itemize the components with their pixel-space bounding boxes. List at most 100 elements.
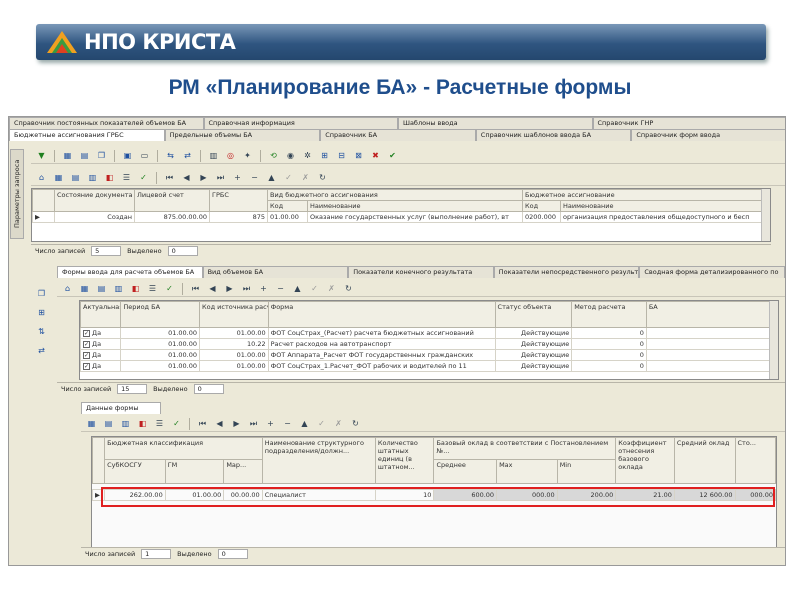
check-icon[interactable]: ✓: [137, 171, 150, 184]
chart-icon[interactable]: ▦: [61, 149, 74, 162]
side-link-icon[interactable]: ⇅: [35, 325, 48, 338]
lower-last-icon[interactable]: ⏭: [247, 417, 260, 430]
lower-add-icon[interactable]: ▦: [85, 417, 98, 430]
edit-record-icon[interactable]: ▤: [69, 171, 82, 184]
confirm-icon[interactable]: ✓: [282, 171, 295, 184]
wizard-icon[interactable]: ✦: [241, 149, 254, 162]
open-folder-icon[interactable]: ▭: [138, 149, 151, 162]
refresh-icon[interactable]: ⟲: [267, 149, 280, 162]
lower-up-icon[interactable]: ▲: [298, 417, 311, 430]
middle-prev-icon[interactable]: ◀: [206, 282, 219, 295]
tab-ba-reference[interactable]: Справочник БА: [320, 129, 476, 141]
tab-final-results[interactable]: Показатели конечного результата: [348, 266, 494, 278]
lower-remove-icon[interactable]: ◧: [136, 417, 149, 430]
col-period[interactable]: Период БА: [120, 301, 201, 328]
prev-record-icon[interactable]: ◀: [180, 171, 193, 184]
lower-minus-icon[interactable]: −: [281, 417, 294, 430]
approve-icon[interactable]: ✔: [386, 149, 399, 162]
upper-scrollbar[interactable]: [761, 189, 770, 241]
col-min[interactable]: Min: [556, 459, 617, 484]
col-kind-code[interactable]: Код: [267, 200, 308, 212]
settings-icon[interactable]: ✲: [301, 149, 314, 162]
filter-icon[interactable]: ▼: [35, 149, 48, 162]
middle-scrollbar[interactable]: [769, 301, 778, 379]
last-record-icon[interactable]: ⏭: [214, 171, 227, 184]
middle-next-icon[interactable]: ▶: [223, 282, 236, 295]
lower-check-icon[interactable]: ✓: [170, 417, 183, 430]
grid-icon[interactable]: ⊞: [318, 149, 331, 162]
checkbox[interactable]: ✓: [83, 363, 90, 370]
next-record-icon[interactable]: ▶: [197, 171, 210, 184]
middle-add-icon[interactable]: ▦: [78, 282, 91, 295]
import-icon[interactable]: ⇄: [181, 149, 194, 162]
col-grbs[interactable]: ГРБС: [209, 189, 268, 212]
lower-list-icon[interactable]: ☰: [153, 417, 166, 430]
tab-templates[interactable]: Шаблоны ввода: [398, 117, 593, 129]
col-ba-code[interactable]: Код: [522, 200, 561, 212]
middle-first-icon[interactable]: ⏮: [189, 282, 202, 295]
lower-reload-icon[interactable]: ↻: [349, 417, 362, 430]
report-icon[interactable]: ▤: [78, 149, 91, 162]
add-record-icon[interactable]: ▦: [52, 171, 65, 184]
vtab-query-params[interactable]: Параметры запроса: [10, 149, 24, 239]
col-kind-name[interactable]: Наименование: [307, 200, 523, 212]
export-icon[interactable]: ⇆: [164, 149, 177, 162]
tab-form-data[interactable]: Данные формы: [81, 402, 161, 414]
tab-direct-results[interactable]: Показатели непосредственного результата: [493, 266, 640, 278]
save-icon[interactable]: ▣: [121, 149, 134, 162]
col-max[interactable]: Max: [496, 459, 558, 484]
tab-constant-indicators[interactable]: Справочник постоянных показателей объемо…: [9, 117, 204, 129]
middle-plus-icon[interactable]: +: [257, 282, 270, 295]
tab-input-templates[interactable]: Справочник шаблонов ввода БА: [475, 129, 632, 141]
col-avg[interactable]: Среднее: [433, 459, 498, 484]
lower-plus-icon[interactable]: +: [264, 417, 277, 430]
checkbox[interactable]: ✓: [83, 341, 90, 348]
lower-tree-icon[interactable]: ▥: [119, 417, 132, 430]
lower-first-icon[interactable]: ⏮: [196, 417, 209, 430]
checkbox[interactable]: ✓: [83, 330, 90, 337]
lower-next-icon[interactable]: ▶: [230, 417, 243, 430]
middle-tree-icon[interactable]: ▥: [112, 282, 125, 295]
col-avg-salary[interactable]: Средний оклад: [673, 437, 736, 484]
col-status[interactable]: Состояние документа: [54, 189, 135, 212]
col-active[interactable]: Актуальная форма: [80, 301, 122, 328]
document-icon[interactable]: ▥: [207, 149, 220, 162]
calc-icon[interactable]: ⊠: [352, 149, 365, 162]
lower-cancel-icon[interactable]: ✗: [332, 417, 345, 430]
lower-prev-icon[interactable]: ◀: [213, 417, 226, 430]
table-icon[interactable]: ⊟: [335, 149, 348, 162]
middle-reload-icon[interactable]: ↻: [342, 282, 355, 295]
middle-edit-icon[interactable]: ▤: [95, 282, 108, 295]
first-record-icon[interactable]: ⏮: [163, 171, 176, 184]
tab-limit-volumes[interactable]: Предельные объемы БА: [164, 129, 321, 141]
home-icon[interactable]: ⌂: [35, 171, 48, 184]
table-row[interactable]: ✓ Да 01.00.00 10.22 Расчет расходов на ав…: [80, 338, 778, 350]
middle-last-icon[interactable]: ⏭: [240, 282, 253, 295]
col-kosgu[interactable]: СубКОСГУ: [104, 459, 166, 484]
delete-icon[interactable]: ✖: [369, 149, 382, 162]
col-coef[interactable]: Коэффициент отнесения базового оклада: [615, 437, 675, 484]
eye-icon[interactable]: ◉: [284, 149, 297, 162]
tab-forms-calc[interactable]: Формы ввода для расчета объемов БА: [57, 266, 203, 278]
cancel-icon[interactable]: ✗: [299, 171, 312, 184]
side-move-icon[interactable]: ⇄: [35, 344, 48, 357]
side-copy-icon[interactable]: ❐: [35, 287, 48, 300]
copy-icon[interactable]: ❐: [95, 149, 108, 162]
col-source[interactable]: Код источника расчета: [199, 301, 269, 328]
table-row[interactable]: ✓ Да 01.00.00 01.00.00 ФОТ Аппарата_Расче…: [80, 349, 778, 361]
middle-up-icon[interactable]: ▲: [291, 282, 304, 295]
tab-summary-form[interactable]: Сводная форма детализированного по: [639, 266, 785, 278]
tab-reference-info[interactable]: Справочная информация: [203, 117, 398, 129]
middle-cancel-icon[interactable]: ✗: [325, 282, 338, 295]
table-row[interactable]: ▶ Создан 875.00.00.00 875 01.00.00 Оказа…: [32, 211, 770, 223]
side-grid-icon[interactable]: ⊞: [35, 306, 48, 319]
middle-check-icon[interactable]: ✓: [163, 282, 176, 295]
middle-minus-icon[interactable]: −: [274, 282, 287, 295]
target-icon[interactable]: ◎: [224, 149, 237, 162]
middle-list-icon[interactable]: ☰: [146, 282, 159, 295]
col-form[interactable]: Форма: [267, 301, 496, 328]
lower-edit-icon[interactable]: ▤: [102, 417, 115, 430]
tab-input-forms[interactable]: Справочник форм ввода: [631, 129, 785, 141]
table-row[interactable]: ✓ Да 01.00.00 01.00.00 ФОТ СоцСтрах_1.Рас…: [80, 360, 778, 372]
checkbox[interactable]: ✓: [83, 352, 90, 359]
